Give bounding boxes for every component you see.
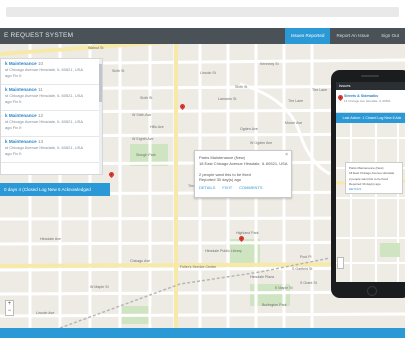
phone-popup-line: Reported 30 day(s) ago: [349, 182, 381, 186]
street-label: Pool Pl: [300, 255, 312, 259]
popup-actions: DETAILS FIXIT COMMENTS: [199, 185, 263, 190]
scrollbar-thumb[interactable]: [99, 64, 102, 102]
issue-title: k Maintenance: [5, 87, 37, 92]
street-label: S Garfield St: [292, 267, 312, 271]
issue-title: k Maintenance: [5, 61, 37, 66]
street-label: Sixth St: [140, 96, 152, 100]
issue-id: 11: [37, 87, 43, 92]
issue-time: ago Fix It: [5, 125, 22, 130]
phone-card-title: Streets & Sidewalks: [344, 94, 379, 98]
close-icon[interactable]: ×: [285, 152, 288, 158]
street-label: Hinsdale Public Library: [205, 249, 242, 253]
issue-popup: × Parks Maintenance (New) 18 East Chicag…: [194, 150, 292, 198]
phone-map-canvas: [336, 123, 405, 282]
list-item[interactable]: k Maintenance 12 st Chicago Avenue Hinsd…: [1, 111, 102, 137]
phone-popup-line: Parks Maintenance (New): [349, 166, 384, 170]
phone-screen: Issues Streets & Sidewalks 14 Chicago Av…: [336, 82, 405, 282]
phone-zoom-control[interactable]: [337, 257, 344, 269]
footer-bar: [0, 328, 405, 338]
issue-time: ago Fix It: [5, 99, 22, 104]
street-label: W Ogden Ave: [250, 141, 272, 145]
street-label: Ogden Ave: [240, 127, 258, 131]
details-link[interactable]: DETAILS: [199, 185, 215, 190]
list-item[interactable]: k Maintenance 13 st Chicago Avenue Hinsd…: [1, 137, 102, 163]
app-title: E REQUEST SYSTEM: [4, 32, 74, 39]
phone-card-address: 14 Chicago Ave Hinsdale, IL 60521: [344, 99, 391, 103]
phone-park-area: [380, 243, 400, 257]
issue-title: k Maintenance: [5, 113, 37, 118]
street-label: E Maple St: [275, 286, 293, 290]
issue-id: 13: [37, 139, 44, 144]
street-label: Burlington Park: [262, 303, 287, 307]
phone-action-button[interactable]: Last Action: 1 Closed Log New 6 Ack: [336, 113, 405, 123]
zoom-control: + −: [5, 300, 14, 316]
list-item[interactable]: k Maintenance 11 st Chicago Avenue Hinsd…: [1, 85, 102, 111]
street-label: W Maple St: [90, 285, 109, 289]
browser-chrome: [0, 0, 405, 28]
street-label: The Lane: [312, 88, 327, 92]
popup-title: Parks Maintenance (New): [199, 155, 246, 160]
phone-popup-line: 18 East Chicago Avenue Hinsdale: [349, 171, 395, 175]
street-label: Lincoln St: [200, 71, 216, 75]
list-scrollbar[interactable]: [99, 59, 102, 174]
main-nav: Issues Reported Report An Issue Sign Out: [284, 28, 405, 44]
street-label: Chicago Ave: [130, 259, 150, 263]
street-label: Hills Ave: [150, 125, 164, 129]
phone-popup-line: 2 people want this to be fixed: [349, 177, 388, 181]
comments-link[interactable]: COMMENTS: [239, 185, 262, 190]
list-item[interactable]: k Maintenance 10 st Chicago Avenue Hinsd…: [1, 59, 102, 85]
phone-home-button: [367, 286, 377, 296]
street-label: Walnut St: [88, 46, 103, 50]
street-label: Fuller's Service Center: [180, 265, 217, 269]
address-bar[interactable]: [6, 7, 399, 17]
status-summary-bar: 0 days 4 (Closed Log New 6 Acknowledged: [0, 183, 110, 196]
app-header: E REQUEST SYSTEM Issues Reported Report …: [0, 28, 405, 44]
phone-issue-popup: Parks Maintenance (New) 18 East Chicago …: [345, 162, 403, 194]
phone-speaker: [361, 75, 379, 77]
street-label: Lamanto St: [218, 97, 236, 101]
issue-id: 10: [37, 61, 44, 66]
street-label: Hinsdale Ave: [40, 237, 61, 241]
street-label: Sixth St: [112, 69, 124, 73]
map-pin-icon: [336, 93, 345, 102]
phone-mockup: Issues Streets & Sidewalks 14 Chicago Av…: [331, 70, 405, 298]
zoom-out-button[interactable]: −: [6, 308, 13, 315]
phone-issue-card[interactable]: Streets & Sidewalks 14 Chicago Ave Hinsd…: [336, 90, 405, 113]
popup-reported: Reported 30 day(s) ago: [199, 177, 242, 182]
issue-address: st Chicago Avenue Hinsdale, IL 60521, US…: [5, 119, 84, 124]
street-label: The Lane: [288, 99, 303, 103]
street-label: S Grant St: [300, 281, 317, 285]
fixit-link[interactable]: FIXIT: [222, 185, 232, 190]
phone-map[interactable]: [336, 123, 405, 282]
street-label: Sixth St: [235, 85, 247, 89]
street-label: Moore Ave: [285, 121, 302, 125]
street-label: W Eighth Ave: [132, 137, 154, 141]
zoom-in-button[interactable]: +: [6, 301, 13, 308]
issue-address: st Chicago Avenue Hinsdale, IL 60521, US…: [5, 93, 84, 98]
issue-title: k Maintenance: [5, 139, 37, 144]
issue-time: ago Fix It: [5, 73, 22, 78]
nav-issues-reported[interactable]: Issues Reported: [284, 28, 331, 44]
issue-address: st Chicago Avenue Hinsdale, IL 60521, US…: [5, 67, 84, 72]
popup-address: 18 East Chicago Avenue Hinsdale, IL 6052…: [199, 161, 288, 166]
phone-details-link[interactable]: DETAILS: [349, 187, 361, 191]
phone-road-network: [336, 123, 405, 282]
street-label: Lincoln Ave: [36, 311, 54, 315]
park-label: Stough Park: [136, 153, 156, 157]
issue-time: ago Fix It: [5, 151, 22, 156]
issue-id: 12: [37, 113, 44, 118]
issue-list[interactable]: k Maintenance 10 st Chicago Avenue Hinsd…: [0, 58, 103, 175]
issue-address: st Chicago Avenue Hinsdale, IL 60521, US…: [5, 145, 84, 150]
nav-sign-out[interactable]: Sign Out: [375, 28, 405, 44]
street-label: W Sixth Ave: [132, 113, 151, 117]
street-label: Kennedy St: [260, 62, 279, 66]
street-label: Highland Park: [236, 231, 259, 235]
nav-report-issue[interactable]: Report An Issue: [330, 28, 375, 44]
street-label: Hinsdale Plaza: [250, 275, 274, 279]
phone-app-bar: Issues: [336, 82, 405, 90]
